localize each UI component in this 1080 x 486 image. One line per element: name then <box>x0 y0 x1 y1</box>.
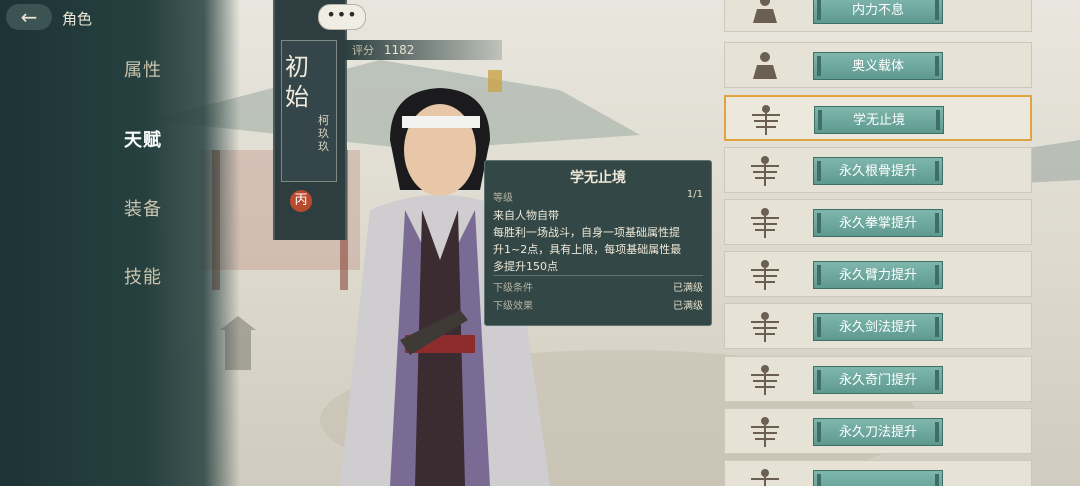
talent-button[interactable]: 永久臂力提升 <box>813 261 943 289</box>
talent-row[interactable]: 永久刀法提升 <box>724 408 1032 454</box>
sidebar: ← 角色 属性 天赋 装备 技能 <box>0 0 240 486</box>
talent-row[interactable]: 内力不息 <box>724 0 1032 32</box>
multi-arm-deity-icon <box>751 469 779 486</box>
character-rank: 初始 <box>285 53 309 111</box>
nav-item-attributes[interactable]: 属性 <box>124 56 162 82</box>
talent-button[interactable]: 永久剑法提升 <box>813 313 943 341</box>
tooltip-next-effect-label: 下级效果 <box>493 301 533 312</box>
talent-row[interactable]: 永久拳掌提升 <box>724 199 1032 245</box>
talent-row[interactable]: 永久臂力提升 <box>724 251 1032 297</box>
tooltip-level-label: 等级 <box>493 193 513 204</box>
talent-button[interactable]: 奥义载体 <box>813 52 943 80</box>
talent-row[interactable]: 永久根骨提升 <box>724 147 1032 193</box>
talent-row[interactable]: 奥义载体 <box>724 42 1032 88</box>
talent-button[interactable]: 永久奇门提升 <box>813 366 943 394</box>
talent-button[interactable]: 永久根骨提升 <box>813 157 943 185</box>
tooltip-desc-line: 升1~2点，具有上限，每项基础属性最 <box>493 243 682 256</box>
talent-button[interactable]: 永久拳掌提升 <box>813 209 943 237</box>
tooltip-next-effect-value: 已满级 <box>673 301 703 312</box>
tooltip-desc-line: 来自人物自带 <box>493 209 559 222</box>
meditation-icon <box>753 0 777 23</box>
multi-arm-deity-icon <box>751 260 779 290</box>
score-value: 1182 <box>383 43 415 57</box>
tooltip-level-row: 等级 1/1 <box>493 189 703 204</box>
meditation-icon <box>753 52 777 79</box>
nav-item-talents[interactable]: 天赋 <box>124 126 162 152</box>
tooltip-description: 来自人物自带 每胜利一场战斗，自身一项基础属性提 升1~2点，具有上限，每项基础… <box>493 207 705 275</box>
nav-item-skills[interactable]: 技能 <box>124 263 162 289</box>
tooltip-level-value: 1/1 <box>686 189 703 200</box>
multi-arm-deity-icon <box>751 156 779 186</box>
multi-arm-deity-icon <box>751 365 779 395</box>
tooltip-desc-line: 每胜利一场战斗，自身一项基础属性提 <box>493 226 680 239</box>
tooltip-next-condition-value: 已满级 <box>673 283 703 294</box>
character-grade-badge: 丙 <box>290 190 312 212</box>
back-button[interactable]: ← <box>6 4 52 30</box>
multi-arm-deity-icon <box>751 312 779 342</box>
multi-arm-deity-icon <box>751 208 779 238</box>
talent-row-selected[interactable]: 学无止境 <box>724 95 1032 141</box>
arrow-left-icon: ← <box>20 5 38 29</box>
more-options-button[interactable]: ••• <box>318 4 366 30</box>
multi-arm-deity-icon <box>751 417 779 447</box>
talent-button[interactable] <box>813 470 943 486</box>
multi-arm-deity-icon <box>752 105 780 135</box>
talent-button[interactable]: 永久刀法提升 <box>813 418 943 446</box>
tooltip-next-condition-row: 下级条件 已满级 <box>493 279 703 294</box>
talent-row[interactable]: 永久奇门提升 <box>724 356 1032 402</box>
nav-item-equipment[interactable]: 装备 <box>124 195 162 221</box>
talent-button[interactable]: 学无止境 <box>814 106 944 134</box>
game-scene: ← 角色 属性 天赋 装备 技能 初始 柯玖玖 丙 ••• 评分 1182 学无… <box>0 0 1080 486</box>
score-label: 评分 <box>352 44 374 57</box>
page-title: 角色 <box>62 10 93 28</box>
tooltip-title: 学无止境 <box>570 170 626 186</box>
talent-row[interactable]: 永久剑法提升 <box>724 303 1032 349</box>
talent-row[interactable] <box>724 460 1032 486</box>
tooltip-next-effect-row: 下级效果 已满级 <box>493 297 703 312</box>
talent-button[interactable]: 内力不息 <box>813 0 943 24</box>
tooltip-divider <box>493 275 703 276</box>
score-bar: 评分 1182 <box>344 40 502 60</box>
talent-list[interactable]: 内力不息 奥义载体 学无止境 永久根骨提升 永久拳掌提升 永久臂力提升 永久剑法… <box>724 0 1034 486</box>
tooltip-next-condition-label: 下级条件 <box>493 283 533 294</box>
talent-tooltip: 学无止境 等级 1/1 来自人物自带 每胜利一场战斗，自身一项基础属性提 升1~… <box>484 160 712 326</box>
tooltip-desc-line: 多提升150点 <box>493 260 558 273</box>
